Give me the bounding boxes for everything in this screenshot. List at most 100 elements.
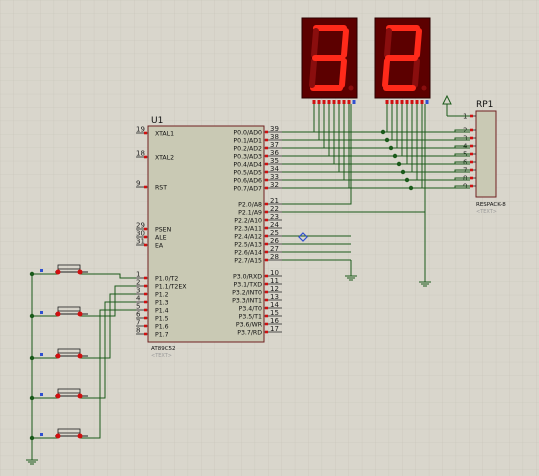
seven-segment-display-left[interactable]: 3 (301, 17, 358, 104)
button-terminal (77, 353, 83, 359)
mcu-pin-number: 4 (136, 295, 141, 303)
mcu-pin-marker (265, 154, 268, 158)
mcu-pin-label: P3.6/WR (236, 322, 263, 329)
mcu-pin-number: 33 (270, 173, 279, 181)
schematic-canvas: 3 2 U1 AT89C52 <TEXT> 19XTAL118XTAL29RST… (0, 0, 539, 476)
mcu-pin-number: 10 (270, 269, 279, 277)
mcu-pin-number: 15 (270, 309, 279, 317)
mcu-pin-number: 39 (270, 125, 279, 133)
button-marker (40, 433, 43, 436)
respack-part: RESPACK-8 (476, 202, 506, 208)
mcu-pin-marker (265, 330, 268, 334)
mcu-pin-number: 3 (136, 287, 140, 295)
mcu-pin-marker (265, 282, 268, 286)
mcu-pin-label: P1.4 (155, 308, 169, 315)
display-pin (390, 100, 394, 104)
mcu-pin-label: P0.0/AD0 (233, 130, 262, 137)
mcu-pin-label: XTAL2 (155, 155, 174, 162)
button-marker (40, 269, 43, 272)
mcu-pin-marker (265, 234, 268, 238)
mcu-pin-label: P3.0/RXD (233, 274, 262, 281)
mcu-pin-marker (265, 298, 268, 302)
mcu-pin-label: P0.2/AD2 (233, 146, 262, 153)
segment-b (341, 28, 349, 58)
mcu-pin-label: ALE (155, 235, 167, 242)
mcu-pin-label: P3.5/T1 (239, 314, 262, 321)
display-pin (322, 100, 326, 104)
junction-dot (29, 395, 35, 401)
respack-body (475, 110, 497, 198)
mcu-pin-label: P1.5 (155, 316, 169, 323)
display-pin (337, 100, 341, 104)
mcu-pin-number: 35 (270, 157, 279, 165)
seven-segment-display-right[interactable]: 2 (374, 17, 431, 104)
junction-dot (388, 145, 394, 151)
junction-dot (29, 435, 35, 441)
display-pin-common (352, 100, 356, 104)
mcu-pin-number: 5 (136, 303, 140, 311)
mcu-pin-label: P0.5/AD5 (233, 170, 262, 177)
mcu-pin-label: P2.1/A9 (238, 210, 262, 217)
mcu-pin-number: 1 (136, 271, 140, 279)
mcu-pin-number: 7 (136, 319, 140, 327)
mcu-pin-label: P3.2/INT0 (232, 290, 262, 297)
mcu-pin-number: 37 (270, 141, 279, 149)
mcu-pin-label: PSEN (155, 227, 172, 234)
mcu-pin-label: P1.1/T2EX (155, 284, 187, 291)
button-marker (40, 393, 43, 396)
segment-e (309, 58, 317, 88)
mcu-pin-marker (144, 276, 147, 280)
display-pin (420, 100, 424, 104)
segment-dp (421, 85, 427, 91)
button-terminal (55, 269, 61, 275)
mcu-pin-marker (265, 130, 268, 134)
mcu-pin-label: RST (155, 185, 167, 192)
mcu-ref: U1 (151, 116, 163, 126)
mcu-pin-marker (265, 306, 268, 310)
segment-c (339, 58, 347, 88)
mcu-pin-marker (265, 226, 268, 230)
display-pin (400, 100, 404, 104)
mcu-pin-label: P0.4/AD4 (233, 162, 262, 169)
mcu-pin-number: 28 (270, 253, 279, 261)
microcontroller-u1[interactable]: U1 AT89C52 <TEXT> 19XTAL118XTAL29RST29PS… (136, 116, 282, 359)
mcu-pin-label: P1.2 (155, 292, 169, 299)
button-terminal (55, 433, 61, 439)
button-marker (40, 353, 43, 356)
mcu-pin-marker (265, 290, 268, 294)
mcu-pin-marker (265, 218, 268, 222)
button-terminal (55, 311, 61, 317)
mcu-pin-marker (265, 274, 268, 278)
junction-dot (404, 177, 410, 183)
mcu-pin-label: P2.0/A8 (238, 202, 262, 209)
mcu-pin-label: P2.3/A11 (234, 226, 262, 233)
mcu-pin-number: 18 (136, 150, 145, 158)
mcu-pin-label: P0.7/AD7 (233, 186, 262, 193)
segment-b (414, 28, 422, 58)
display-pin (312, 100, 316, 104)
mcu-pin-label: P0.6/AD6 (233, 178, 262, 185)
mcu-pin-number: 13 (270, 293, 279, 301)
respack-text-tag: <TEXT> (476, 209, 497, 215)
junction-dot (400, 169, 406, 175)
mcu-text-tag: <TEXT> (151, 353, 172, 359)
mcu-pin-marker (265, 146, 268, 150)
respack-pin-marker (470, 144, 473, 148)
mcu-pin-number: 27 (270, 245, 279, 253)
mcu-pin-number: 17 (270, 325, 279, 333)
junction-dot (384, 137, 390, 143)
mcu-pin-marker (144, 308, 147, 312)
mcu-pin-marker (265, 250, 268, 254)
junction-dot (380, 129, 386, 135)
junction-dot (408, 185, 414, 191)
mcu-right-pins: 39 P0.0/AD0 38 P0.1/AD1 37 P0.2/AD2 36 P0.3/AD3… (232, 125, 282, 337)
mcu-pin-marker (144, 324, 147, 328)
respack-pin-marker (470, 160, 473, 164)
junction-dot (396, 161, 402, 167)
mcu-pin-marker (144, 185, 147, 189)
mcu-pin-label: P0.3/AD3 (233, 154, 262, 161)
respack-pin-marker (470, 128, 473, 132)
mcu-pin-marker (265, 210, 268, 214)
segment-e (382, 58, 390, 88)
mcu-pin-number: 21 (270, 197, 279, 205)
